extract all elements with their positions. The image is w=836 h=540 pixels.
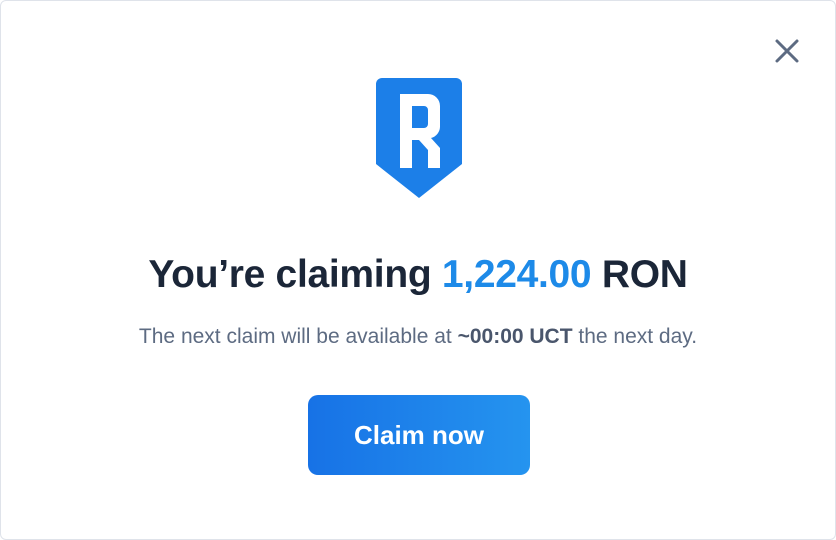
ronin-logo-icon: [376, 78, 462, 198]
close-button[interactable]: [771, 35, 803, 67]
claim-amount: 1,224.00: [441, 253, 592, 296]
title-prefix: You’re claiming: [148, 253, 442, 296]
claim-title: You’re claiming 1,224.00 RON: [1, 253, 835, 297]
subtitle-after: the next day.: [572, 325, 698, 348]
close-icon: [775, 39, 799, 63]
claim-dialog: You’re claiming 1,224.00 RON The next cl…: [0, 0, 836, 540]
claim-now-button[interactable]: Claim now: [308, 395, 530, 475]
next-claim-time: ~00:00 UCT: [457, 325, 573, 348]
subtitle-before: The next claim will be available at: [138, 325, 458, 348]
title-suffix: RON: [591, 253, 688, 296]
next-claim-info: The next claim will be available at ~00:…: [1, 325, 835, 349]
